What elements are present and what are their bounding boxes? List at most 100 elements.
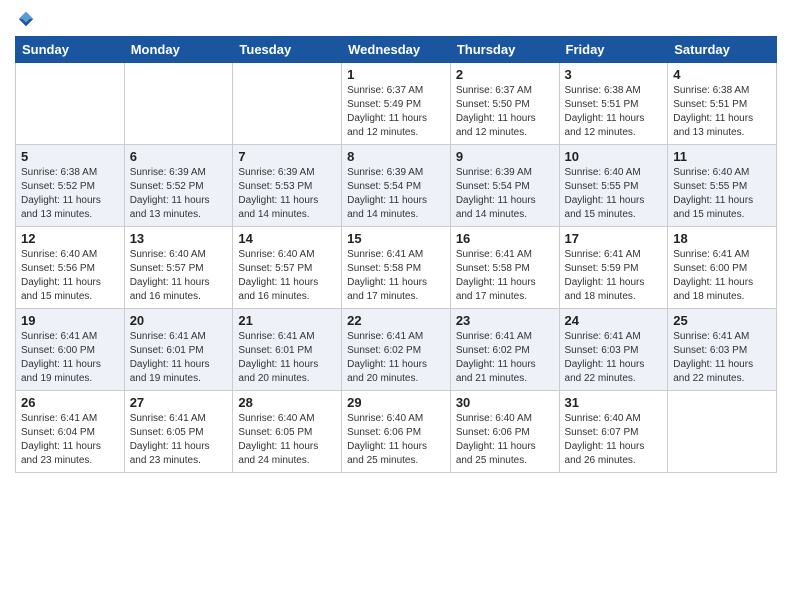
calendar-cell: 22 Sunrise: 6:41 AM Sunset: 6:02 PM Dayli… bbox=[342, 309, 451, 391]
day-number: 4 bbox=[673, 67, 771, 82]
day-info: Sunrise: 6:41 AM Sunset: 6:02 PM Dayligh… bbox=[347, 330, 445, 386]
day-number: 8 bbox=[347, 149, 445, 164]
day-number: 2 bbox=[456, 67, 554, 82]
calendar-cell: 2Sunrise: 6:37 AM Sunset: 5:50 PM Daylig… bbox=[450, 63, 559, 145]
day-number: 23 bbox=[456, 313, 554, 328]
calendar-week-row: 12 Sunrise: 6:40 AM Sunset: 5:56 PM Dayli… bbox=[16, 227, 777, 309]
day-number: 15 bbox=[347, 231, 445, 246]
logo-icon bbox=[17, 10, 35, 28]
day-info: Sunrise: 6:40 AM Sunset: 5:56 PM Dayligh… bbox=[21, 248, 119, 304]
day-info: Sunrise: 6:41 AM Sunset: 6:04 PM Dayligh… bbox=[21, 412, 119, 468]
calendar-cell: 11 Sunrise: 6:40 AM Sunset: 5:55 PM Dayli… bbox=[668, 145, 777, 227]
weekday-header-sunday: Sunday bbox=[16, 37, 125, 63]
day-number: 13 bbox=[130, 231, 228, 246]
calendar-cell: 24 Sunrise: 6:41 AM Sunset: 6:03 PM Dayli… bbox=[559, 309, 668, 391]
calendar-cell: 19 Sunrise: 6:41 AM Sunset: 6:00 PM Dayli… bbox=[16, 309, 125, 391]
calendar-cell: 18 Sunrise: 6:41 AM Sunset: 6:00 PM Dayli… bbox=[668, 227, 777, 309]
day-number: 26 bbox=[21, 395, 119, 410]
header bbox=[15, 10, 777, 28]
calendar-page: SundayMondayTuesdayWednesdayThursdayFrid… bbox=[0, 0, 792, 612]
logo bbox=[15, 10, 35, 28]
weekday-header-wednesday: Wednesday bbox=[342, 37, 451, 63]
day-info: Sunrise: 6:39 AM Sunset: 5:52 PM Dayligh… bbox=[130, 166, 228, 222]
day-info: Sunrise: 6:41 AM Sunset: 6:00 PM Dayligh… bbox=[673, 248, 771, 304]
calendar-cell: 5 Sunrise: 6:38 AM Sunset: 5:52 PM Daylig… bbox=[16, 145, 125, 227]
day-info: Sunrise: 6:39 AM Sunset: 5:54 PM Dayligh… bbox=[456, 166, 554, 222]
calendar-cell: 21 Sunrise: 6:41 AM Sunset: 6:01 PM Dayli… bbox=[233, 309, 342, 391]
day-info: Sunrise: 6:39 AM Sunset: 5:54 PM Dayligh… bbox=[347, 166, 445, 222]
day-number: 11 bbox=[673, 149, 771, 164]
day-info: Sunrise: 6:40 AM Sunset: 6:05 PM Dayligh… bbox=[238, 412, 336, 468]
calendar-cell: 23 Sunrise: 6:41 AM Sunset: 6:02 PM Dayli… bbox=[450, 309, 559, 391]
day-number: 9 bbox=[456, 149, 554, 164]
day-info: Sunrise: 6:41 AM Sunset: 6:00 PM Dayligh… bbox=[21, 330, 119, 386]
day-number: 21 bbox=[238, 313, 336, 328]
day-number: 20 bbox=[130, 313, 228, 328]
day-info: Sunrise: 6:40 AM Sunset: 5:55 PM Dayligh… bbox=[565, 166, 663, 222]
day-info: Sunrise: 6:37 AM Sunset: 5:49 PM Dayligh… bbox=[347, 84, 445, 140]
weekday-header-tuesday: Tuesday bbox=[233, 37, 342, 63]
calendar-cell: 30Sunrise: 6:40 AM Sunset: 6:06 PM Dayli… bbox=[450, 391, 559, 473]
day-number: 19 bbox=[21, 313, 119, 328]
day-number: 16 bbox=[456, 231, 554, 246]
calendar-cell: 1 Sunrise: 6:37 AM Sunset: 5:49 PM Daylig… bbox=[342, 63, 451, 145]
calendar-cell: 4 Sunrise: 6:38 AM Sunset: 5:51 PM Daylig… bbox=[668, 63, 777, 145]
day-number: 31 bbox=[565, 395, 663, 410]
day-number: 18 bbox=[673, 231, 771, 246]
day-info: Sunrise: 6:40 AM Sunset: 6:06 PM Dayligh… bbox=[347, 412, 445, 468]
day-info: Sunrise: 6:40 AM Sunset: 6:07 PM Dayligh… bbox=[565, 412, 663, 468]
calendar-cell: 3 Sunrise: 6:38 AM Sunset: 5:51 PM Daylig… bbox=[559, 63, 668, 145]
day-number: 24 bbox=[565, 313, 663, 328]
day-number: 3 bbox=[565, 67, 663, 82]
day-info: Sunrise: 6:39 AM Sunset: 5:53 PM Dayligh… bbox=[238, 166, 336, 222]
calendar-cell: 20Sunrise: 6:41 AM Sunset: 6:01 PM Dayli… bbox=[124, 309, 233, 391]
calendar-cell: 29 Sunrise: 6:40 AM Sunset: 6:06 PM Dayli… bbox=[342, 391, 451, 473]
day-info: Sunrise: 6:38 AM Sunset: 5:52 PM Dayligh… bbox=[21, 166, 119, 222]
day-info: Sunrise: 6:41 AM Sunset: 6:01 PM Dayligh… bbox=[238, 330, 336, 386]
day-number: 12 bbox=[21, 231, 119, 246]
calendar-cell: 13Sunrise: 6:40 AM Sunset: 5:57 PM Dayli… bbox=[124, 227, 233, 309]
day-info: Sunrise: 6:40 AM Sunset: 5:55 PM Dayligh… bbox=[673, 166, 771, 222]
day-info: Sunrise: 6:41 AM Sunset: 5:59 PM Dayligh… bbox=[565, 248, 663, 304]
day-number: 6 bbox=[130, 149, 228, 164]
calendar-cell: 16 Sunrise: 6:41 AM Sunset: 5:58 PM Dayli… bbox=[450, 227, 559, 309]
day-number: 27 bbox=[130, 395, 228, 410]
calendar-cell bbox=[668, 391, 777, 473]
day-number: 1 bbox=[347, 67, 445, 82]
calendar-cell: 27 Sunrise: 6:41 AM Sunset: 6:05 PM Dayli… bbox=[124, 391, 233, 473]
day-number: 29 bbox=[347, 395, 445, 410]
calendar-cell bbox=[233, 63, 342, 145]
calendar-cell: 17 Sunrise: 6:41 AM Sunset: 5:59 PM Dayli… bbox=[559, 227, 668, 309]
day-number: 5 bbox=[21, 149, 119, 164]
calendar-cell: 8 Sunrise: 6:39 AM Sunset: 5:54 PM Daylig… bbox=[342, 145, 451, 227]
day-info: Sunrise: 6:40 AM Sunset: 5:57 PM Dayligh… bbox=[238, 248, 336, 304]
calendar-cell: 26 Sunrise: 6:41 AM Sunset: 6:04 PM Dayli… bbox=[16, 391, 125, 473]
day-info: Sunrise: 6:41 AM Sunset: 5:58 PM Dayligh… bbox=[347, 248, 445, 304]
day-number: 28 bbox=[238, 395, 336, 410]
calendar-cell: 9 Sunrise: 6:39 AM Sunset: 5:54 PM Daylig… bbox=[450, 145, 559, 227]
day-number: 10 bbox=[565, 149, 663, 164]
calendar-cell bbox=[124, 63, 233, 145]
weekday-header-monday: Monday bbox=[124, 37, 233, 63]
day-info: Sunrise: 6:38 AM Sunset: 5:51 PM Dayligh… bbox=[673, 84, 771, 140]
day-number: 14 bbox=[238, 231, 336, 246]
calendar-week-row: 5 Sunrise: 6:38 AM Sunset: 5:52 PM Daylig… bbox=[16, 145, 777, 227]
day-number: 7 bbox=[238, 149, 336, 164]
day-number: 22 bbox=[347, 313, 445, 328]
day-number: 30 bbox=[456, 395, 554, 410]
day-info: Sunrise: 6:41 AM Sunset: 5:58 PM Dayligh… bbox=[456, 248, 554, 304]
calendar-cell: 25Sunrise: 6:41 AM Sunset: 6:03 PM Dayli… bbox=[668, 309, 777, 391]
weekday-header-friday: Friday bbox=[559, 37, 668, 63]
calendar-cell: 12 Sunrise: 6:40 AM Sunset: 5:56 PM Dayli… bbox=[16, 227, 125, 309]
day-info: Sunrise: 6:41 AM Sunset: 6:03 PM Dayligh… bbox=[565, 330, 663, 386]
day-info: Sunrise: 6:41 AM Sunset: 6:02 PM Dayligh… bbox=[456, 330, 554, 386]
calendar-cell: 6 Sunrise: 6:39 AM Sunset: 5:52 PM Daylig… bbox=[124, 145, 233, 227]
day-number: 17 bbox=[565, 231, 663, 246]
weekday-header-thursday: Thursday bbox=[450, 37, 559, 63]
calendar-cell: 14 Sunrise: 6:40 AM Sunset: 5:57 PM Dayli… bbox=[233, 227, 342, 309]
day-info: Sunrise: 6:38 AM Sunset: 5:51 PM Dayligh… bbox=[565, 84, 663, 140]
calendar-cell: 15 Sunrise: 6:41 AM Sunset: 5:58 PM Dayli… bbox=[342, 227, 451, 309]
calendar-cell: 7 Sunrise: 6:39 AM Sunset: 5:53 PM Daylig… bbox=[233, 145, 342, 227]
day-info: Sunrise: 6:41 AM Sunset: 6:05 PM Dayligh… bbox=[130, 412, 228, 468]
calendar-cell: 31 Sunrise: 6:40 AM Sunset: 6:07 PM Dayli… bbox=[559, 391, 668, 473]
